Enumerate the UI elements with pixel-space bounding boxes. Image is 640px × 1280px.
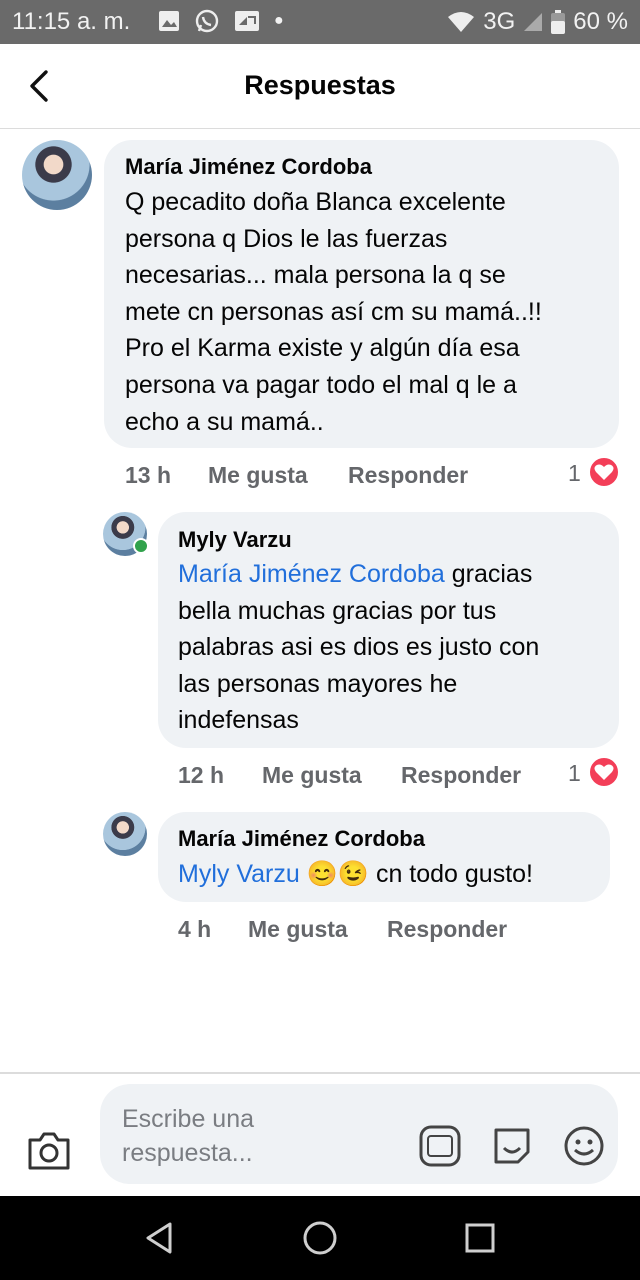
network-type: 3G bbox=[483, 8, 516, 35]
comment-line: persona q Dios le las fuerzas bbox=[125, 224, 448, 253]
header: Respuestas bbox=[0, 44, 640, 129]
like-button[interactable]: Me gusta bbox=[248, 916, 348, 943]
reply-button[interactable]: Responder bbox=[387, 916, 507, 943]
reply-input-placeholder: Escribe una respuesta... bbox=[122, 1102, 322, 1170]
home-nav-icon[interactable] bbox=[298, 1216, 342, 1260]
mention-link[interactable]: Myly Varzu bbox=[178, 860, 300, 888]
comment-line: Q pecadito doña Blanca excelente bbox=[125, 188, 506, 216]
reaction-count[interactable]: 1 bbox=[568, 460, 581, 487]
comment-text-segment: gracias bbox=[444, 560, 533, 588]
comment-author[interactable]: María Jiménez Cordoba bbox=[178, 826, 425, 852]
comment-line: palabras asi es dios es justo con bbox=[178, 633, 540, 662]
comment-line: mete cn personas así cm su mamá..!! bbox=[125, 297, 542, 326]
camera-icon[interactable] bbox=[26, 1130, 72, 1172]
avatar[interactable] bbox=[103, 812, 147, 856]
system-indicators: 3G 60 % bbox=[447, 8, 628, 36]
whatsapp-icon bbox=[195, 9, 219, 33]
comment-line: persona va pagar todo el mal q le a bbox=[125, 370, 517, 399]
battery-percent: 60 % bbox=[573, 8, 628, 35]
comment-text: Myly Varzu 😊😉 cn todo gusto! bbox=[178, 856, 533, 893]
reply-input[interactable]: Escribe una respuesta... bbox=[100, 1084, 618, 1184]
battery-icon bbox=[551, 10, 566, 34]
signal-icon bbox=[524, 13, 543, 31]
heart-reaction-icon bbox=[588, 756, 620, 788]
gallery-icon bbox=[159, 11, 179, 31]
wifi-icon bbox=[448, 12, 475, 32]
recents-nav-icon[interactable] bbox=[458, 1216, 502, 1260]
comment-line: Pro el Karma existe y algún día esa bbox=[125, 334, 520, 363]
system-nav-bar bbox=[0, 1196, 640, 1280]
back-nav-icon[interactable] bbox=[138, 1216, 182, 1260]
like-button[interactable]: Me gusta bbox=[208, 462, 308, 489]
more-notifications-dot: ● bbox=[274, 12, 284, 29]
online-status-indicator bbox=[133, 538, 149, 554]
emoji-icon[interactable] bbox=[562, 1124, 606, 1168]
comment-time: 13 h bbox=[125, 462, 172, 488]
comment-line: las personas mayores he bbox=[178, 669, 458, 698]
status-time: 11:15 a. m. bbox=[12, 8, 131, 35]
placeholder-line: Escribe una bbox=[122, 1105, 255, 1133]
heart-reaction-icon bbox=[588, 456, 620, 488]
composer-divider bbox=[0, 1072, 640, 1074]
reaction-count[interactable]: 1 bbox=[568, 760, 581, 787]
comment-text: María Jiménez Cordoba gracias bella much… bbox=[178, 556, 539, 739]
like-button[interactable]: Me gusta bbox=[262, 762, 362, 789]
avatar[interactable] bbox=[22, 140, 92, 210]
comment-line: bella muchas gracias por tus bbox=[178, 596, 497, 625]
comment-author[interactable]: María Jiménez Cordoba bbox=[125, 154, 372, 180]
sticker-icon[interactable] bbox=[490, 1124, 534, 1168]
notification-icons: ● bbox=[158, 8, 284, 34]
comment-line: María Jiménez Cordoba gracias bbox=[178, 556, 539, 593]
status-bar: 11:15 a. m. ● 3G 60 % bbox=[0, 0, 640, 44]
reply-button[interactable]: Responder bbox=[348, 462, 468, 489]
gif-icon[interactable] bbox=[418, 1124, 462, 1168]
comment-time: 4 h bbox=[178, 916, 212, 942]
mention-link[interactable]: María Jiménez Cordoba bbox=[178, 560, 445, 588]
emoji-text: 😊😉 bbox=[306, 860, 369, 888]
placeholder-line: respuesta... bbox=[122, 1139, 253, 1167]
comment-line: echo a su mamá.. bbox=[125, 407, 324, 436]
comment-author[interactable]: Myly Varzu bbox=[178, 527, 292, 553]
comment-time: 12 h bbox=[178, 762, 225, 788]
comment-line: indefensas bbox=[178, 706, 299, 735]
comment-text-segment: cn todo gusto! bbox=[369, 860, 534, 888]
comment-text: Q pecadito doña Blanca excelente persona… bbox=[125, 184, 542, 440]
screenshot-icon bbox=[235, 11, 259, 31]
comment-line: necesarias... mala persona la q se bbox=[125, 261, 506, 290]
page-title: Respuestas bbox=[244, 70, 396, 100]
reply-button[interactable]: Responder bbox=[401, 762, 521, 789]
